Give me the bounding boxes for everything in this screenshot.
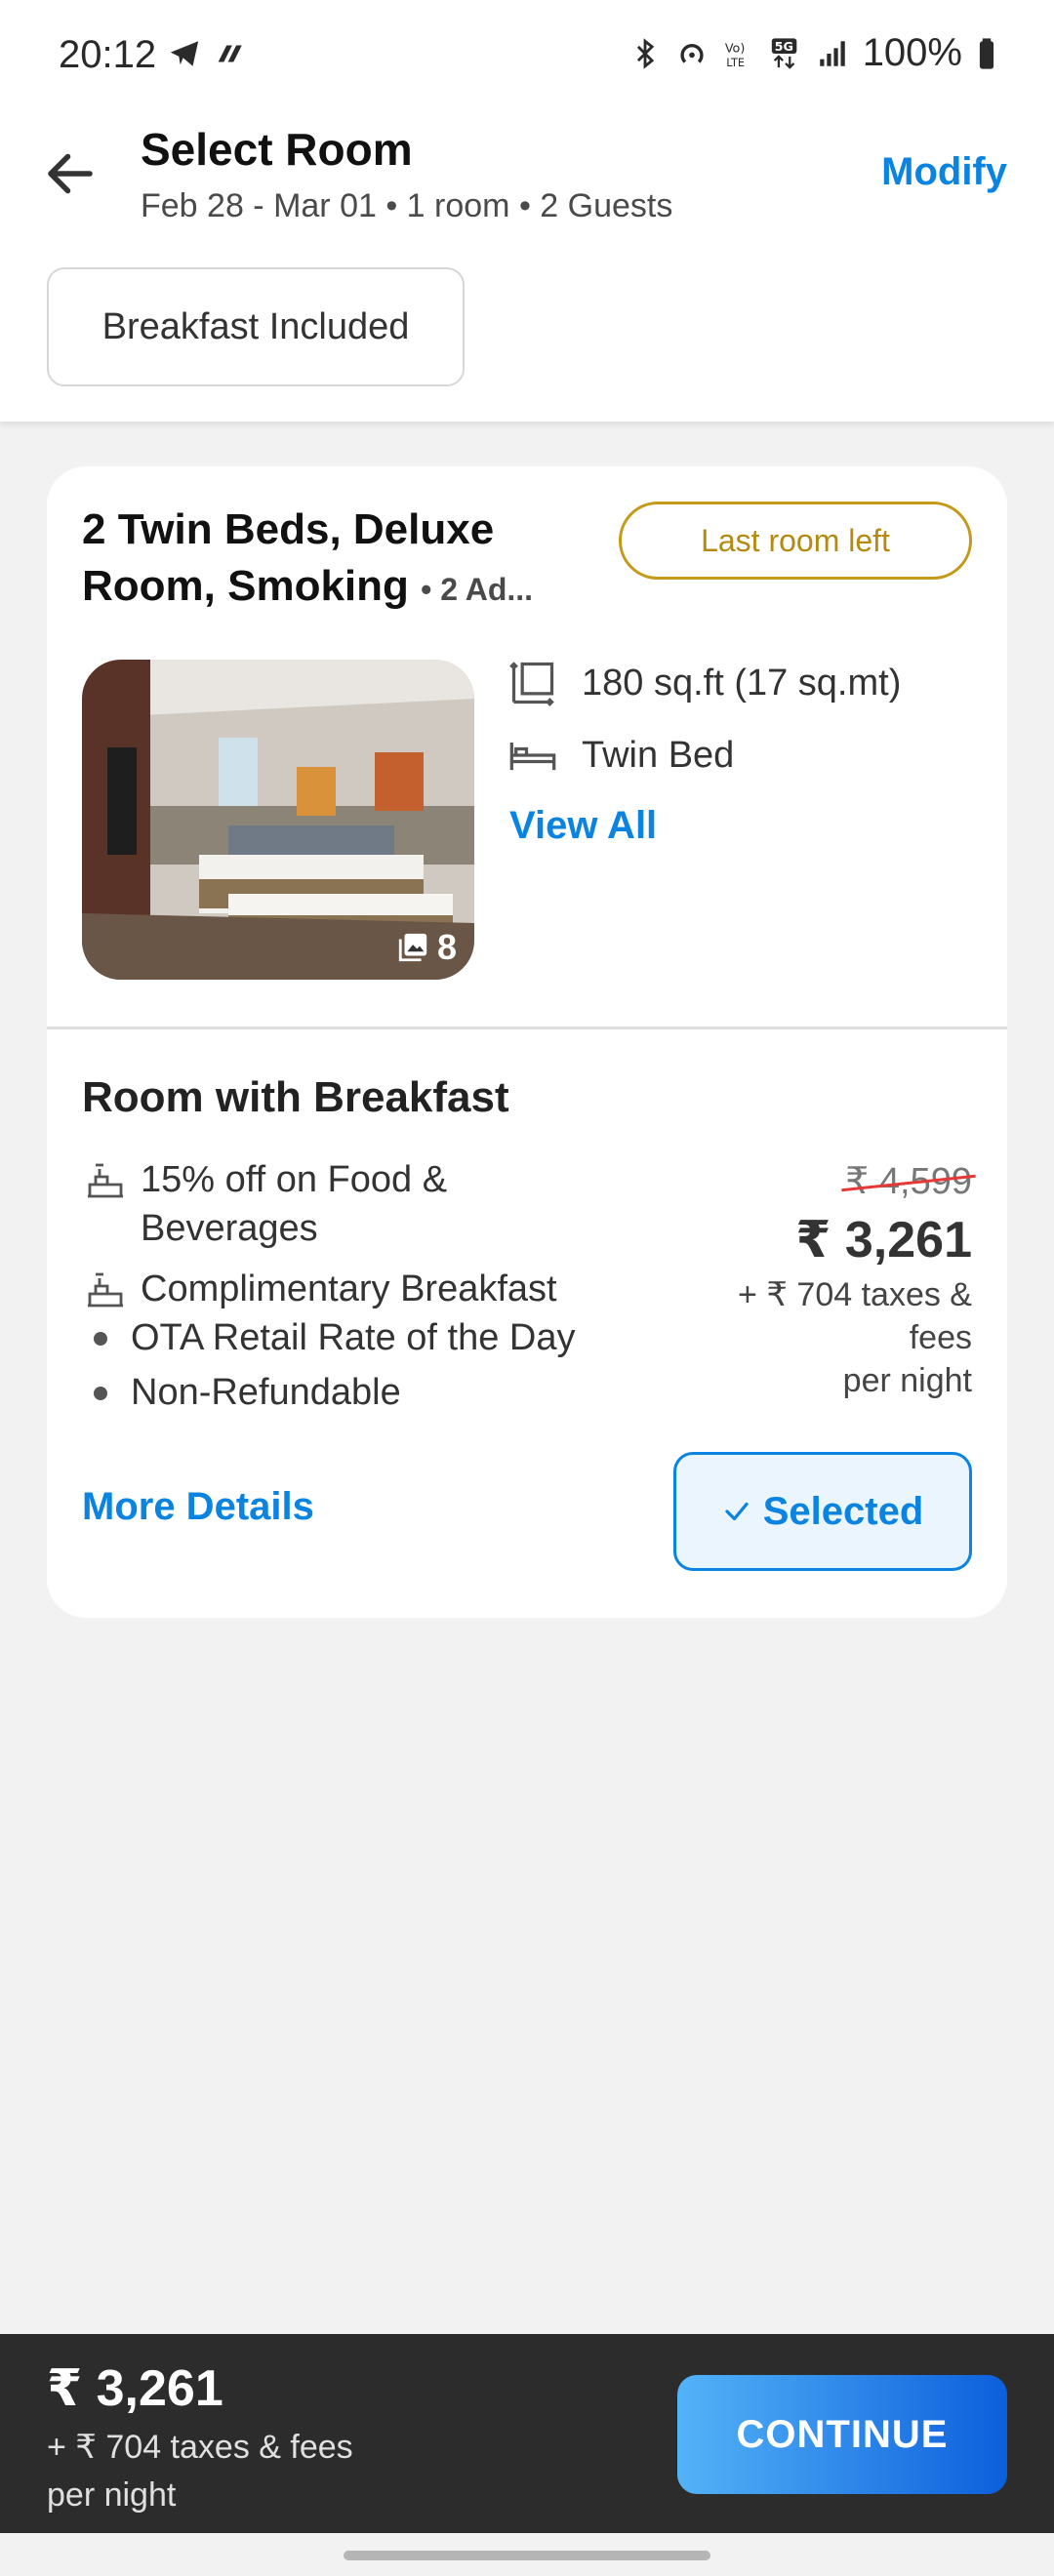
room-occupancy: • 2 Ad... — [421, 572, 534, 607]
booking-summary: Feb 28 - Mar 01 • 1 room • 2 Guests — [141, 187, 673, 224]
filter-chip-breakfast[interactable]: Breakfast Included — [47, 267, 465, 386]
inclusion-text: 15% off on Food & Beverages — [141, 1159, 448, 1249]
selected-label: Selected — [762, 1489, 924, 1533]
inclusion-text: Complimentary Breakfast — [141, 1268, 557, 1309]
header: Select Room Feb 28 - Mar 01 • 1 room • 2… — [0, 109, 1054, 422]
inclusion-item: Complimentary Breakfast — [82, 1265, 628, 1313]
room-bed: Twin Bed — [507, 730, 734, 781]
app-icon — [218, 45, 242, 62]
signal-icon — [819, 40, 845, 66]
photo-count: 8 — [396, 927, 457, 968]
total-per-night: per night — [47, 2476, 177, 2514]
bluetooth-icon — [636, 37, 654, 69]
room-area: 180 sq.ft (17 sq.mt) — [507, 658, 901, 708]
total-price: ₹ 3,261 — [47, 2360, 223, 2417]
plan-bullet-text: Non-Refundable — [131, 1372, 401, 1413]
status-system-icons: Vo) LTE 5G 100% — [628, 31, 997, 75]
taxes-text: + ₹ 704 taxes & fees — [738, 1276, 972, 1356]
bed-icon — [509, 743, 556, 771]
back-arrow-icon[interactable] — [41, 144, 100, 203]
view-all-button[interactable]: View All — [509, 804, 657, 848]
original-price: ₹ 4,599 — [845, 1161, 972, 1202]
inclusion-item: 15% off on Food & Beverages — [82, 1155, 541, 1253]
status-bar: 20:12 Vo) LTE 5G 100% — [0, 0, 1054, 109]
card-divider — [47, 1026, 1007, 1029]
plan-bullet: OTA Retail Rate of the Day — [94, 1317, 576, 1359]
svg-text:5G: 5G — [774, 40, 792, 55]
modify-button[interactable]: Modify — [881, 150, 1007, 194]
room-bed-text: Twin Bed — [582, 734, 735, 776]
telegram-icon — [170, 41, 199, 66]
bullet-dot — [94, 1386, 107, 1400]
battery-icon — [979, 37, 994, 69]
status-notification-icons — [168, 37, 246, 70]
svg-text:Vo): Vo) — [725, 41, 746, 56]
battery-percent: 100% — [862, 31, 962, 74]
svg-text:LTE: LTE — [726, 55, 745, 68]
more-details-link[interactable]: More Details — [82, 1485, 314, 1529]
area-icon — [509, 662, 554, 706]
gesture-nav-handle[interactable] — [344, 2551, 710, 2560]
food-beverage-icon — [88, 1163, 123, 1198]
bullet-dot — [94, 1331, 107, 1346]
continue-button[interactable]: CONTINUE — [677, 2375, 1007, 2494]
total-taxes: + ₹ 704 taxes & fees — [47, 2429, 353, 2466]
status-time: 20:12 — [59, 33, 157, 76]
selected-button[interactable]: Selected — [673, 1452, 972, 1571]
discounted-price: ₹ 3,261 — [795, 1212, 972, 1268]
bottom-price-bar: ₹ 3,261 + ₹ 704 taxes & fees per night C… — [0, 2334, 1054, 2533]
per-night-text: per night — [842, 1362, 972, 1399]
last-room-badge: Last room left — [619, 502, 972, 580]
room-title: 2 Twin Beds, Deluxe Room, Smoking • 2 Ad… — [82, 502, 609, 618]
photo-count-value: 8 — [436, 927, 457, 967]
volte-icon: Vo)LTE — [725, 41, 746, 68]
5g-icon: 5G — [771, 37, 797, 69]
gallery-icon — [398, 933, 427, 962]
hotspot-icon — [680, 43, 704, 63]
check-icon — [725, 1502, 749, 1521]
price-block: ₹ 4,599 ₹ 3,261 + ₹ 704 taxes & fees per… — [718, 1159, 972, 1402]
room-card: 2 Twin Beds, Deluxe Room, Smoking • 2 Ad… — [47, 466, 1007, 1618]
plan-bullet-text: OTA Retail Rate of the Day — [131, 1317, 576, 1358]
breakfast-icon — [88, 1272, 123, 1308]
room-photo[interactable]: 8 — [82, 660, 474, 980]
page-title: Select Room — [141, 124, 413, 175]
plan-bullet: Non-Refundable — [94, 1372, 401, 1414]
plan-title: Room with Breakfast — [82, 1073, 509, 1121]
room-area-text: 180 sq.ft (17 sq.mt) — [582, 662, 902, 704]
